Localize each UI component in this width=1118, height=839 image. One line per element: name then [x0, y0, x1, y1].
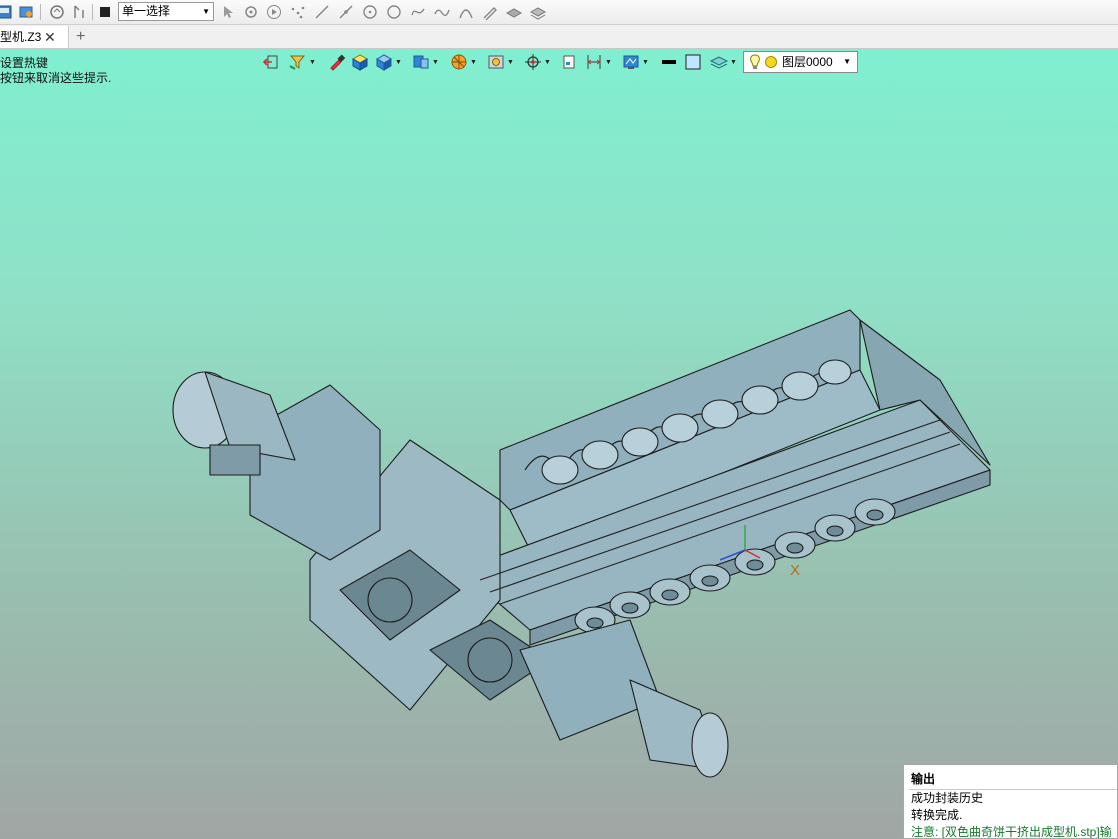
- pick-icon[interactable]: [70, 3, 88, 21]
- output-title: 输出: [911, 772, 936, 786]
- file-icon[interactable]: [0, 3, 14, 21]
- layer-color-icon: [765, 56, 777, 68]
- spline-icon[interactable]: [409, 3, 427, 21]
- shell-icon[interactable]: [529, 3, 547, 21]
- axis-label: X: [790, 562, 800, 579]
- model-viewport[interactable]: X: [160, 300, 1000, 793]
- view-orientation-icon[interactable]: ▼: [412, 53, 439, 71]
- output-line-note: 注意: [双色曲奇饼干挤出成型机.stp]输: [911, 825, 1112, 839]
- lightbulb-icon[interactable]: [749, 54, 761, 76]
- render-mode-icon[interactable]: ▼: [375, 53, 402, 71]
- section-view-icon[interactable]: ▼: [450, 53, 477, 71]
- cursor-icon[interactable]: [219, 3, 237, 21]
- layer-select[interactable]: 图层0000 ▼: [743, 51, 858, 73]
- chevron-down-icon: ▼: [843, 57, 851, 66]
- curve-icon[interactable]: [433, 3, 451, 21]
- output-line: 成功封装历史: [911, 791, 984, 805]
- pipette-icon[interactable]: [328, 53, 346, 71]
- surface-icon[interactable]: [505, 3, 523, 21]
- document-tab-title: 型机.Z3: [0, 30, 42, 44]
- selection-mode-select[interactable]: 单一选择 ▼: [118, 2, 214, 21]
- stop-icon[interactable]: [96, 3, 114, 21]
- selection-mode-value: 单一选择: [122, 4, 171, 18]
- filter-icon[interactable]: [48, 3, 66, 21]
- shaded-view-icon[interactable]: [351, 53, 369, 71]
- exit-icon[interactable]: [262, 53, 280, 71]
- pen-icon[interactable]: [481, 3, 499, 21]
- points-icon[interactable]: [289, 3, 307, 21]
- layer-name: 图层0000: [782, 55, 833, 69]
- snap-icon[interactable]: [242, 3, 260, 21]
- dimension-icon[interactable]: ▼: [585, 53, 612, 71]
- document-view-icon[interactable]: [560, 53, 578, 71]
- main-toolbar: 单一选择 ▼: [0, 0, 1118, 25]
- document-tab[interactable]: 型机.Z3 ✕: [0, 26, 69, 48]
- display-settings-icon[interactable]: ▼: [622, 53, 649, 71]
- document-tabbar: 型机.Z3 ✕ +: [0, 25, 1118, 49]
- line-icon[interactable]: [313, 3, 331, 21]
- filter-tool-icon[interactable]: ▼: [289, 53, 316, 71]
- close-icon[interactable]: ✕: [44, 26, 56, 48]
- output-line: 转换完成.: [911, 808, 963, 822]
- segment-icon[interactable]: [337, 3, 355, 21]
- history-icon[interactable]: [17, 3, 35, 21]
- snap-target-icon[interactable]: ▼: [524, 53, 551, 71]
- arc-icon[interactable]: [457, 3, 475, 21]
- circle-icon[interactable]: [385, 3, 403, 21]
- chevron-down-icon: ▼: [202, 7, 210, 16]
- fill-style-icon[interactable]: [684, 53, 702, 71]
- hint-line: 按钮来取消这些提示.: [0, 71, 112, 85]
- add-tab-icon[interactable]: +: [76, 25, 85, 48]
- circle-center-icon[interactable]: [361, 3, 379, 21]
- output-panel: 输出 成功封装历史 转换完成. 注意: [双色曲奇饼干挤出成型机.stp]输: [903, 764, 1118, 839]
- zoom-window-icon[interactable]: ▼: [487, 53, 514, 71]
- line-color-swatch[interactable]: [660, 53, 678, 71]
- layer-manager-icon[interactable]: ▼: [710, 53, 737, 71]
- play-icon[interactable]: [265, 3, 283, 21]
